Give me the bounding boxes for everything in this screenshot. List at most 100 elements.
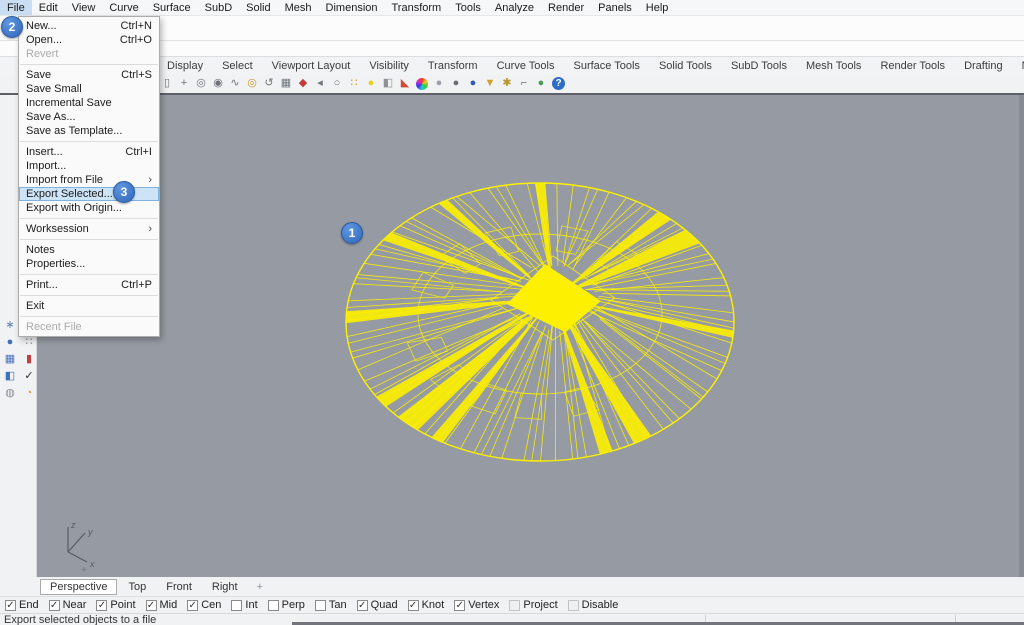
gumball-icon[interactable]: ∗ xyxy=(3,318,17,331)
osnap-quad[interactable]: ✓Quad xyxy=(357,599,398,611)
menubar-item-analyze[interactable]: Analyze xyxy=(488,0,541,15)
rotate-view-icon[interactable]: ↺ xyxy=(261,76,277,91)
perspective-viewport[interactable]: zyx+ xyxy=(37,95,1024,577)
menubar-item-surface[interactable]: Surface xyxy=(146,0,198,15)
viewport-layout-icon[interactable]: ▦ xyxy=(278,76,294,91)
grid-icon[interactable]: ▦ xyxy=(3,352,17,365)
menu-item-incremental-save[interactable]: Incremental Save xyxy=(19,96,159,110)
toolbar-tab-surface-tools[interactable]: Surface Tools xyxy=(573,60,639,72)
pipe-icon[interactable]: ▮ xyxy=(22,352,36,365)
toolbar-tab-transform[interactable]: Transform xyxy=(428,60,478,72)
osnap-end[interactable]: ✓End xyxy=(5,599,39,611)
osnap-knot[interactable]: ✓Knot xyxy=(408,599,445,611)
toolbar-tab-visibility[interactable]: Visibility xyxy=(369,60,409,72)
osnap-vertex-checkbox[interactable]: ✓ xyxy=(454,600,465,611)
menubar-item-panels[interactable]: Panels xyxy=(591,0,639,15)
curve-edit-icon[interactable]: ∿ xyxy=(227,76,243,91)
toolbar-tab-display[interactable]: Display xyxy=(167,60,203,72)
menu-item-export-with-origin[interactable]: Export with Origin... xyxy=(19,201,159,215)
menu-item-notes[interactable]: Notes xyxy=(19,243,159,257)
osnap-disable-checkbox[interactable] xyxy=(568,600,579,611)
menu-item-export-selected[interactable]: Export Selected... xyxy=(19,187,159,201)
osnap-mid-checkbox[interactable]: ✓ xyxy=(146,600,157,611)
toolbar-tab-curve-tools[interactable]: Curve Tools xyxy=(497,60,555,72)
osnap-perp[interactable]: Perp xyxy=(268,599,305,611)
sphere-icon[interactable]: ● xyxy=(3,335,17,348)
osnap-project-checkbox[interactable] xyxy=(509,600,520,611)
toolbar-tab-render-tools[interactable]: Render Tools xyxy=(880,60,945,72)
toolbar-tab-viewport-layout[interactable]: Viewport Layout xyxy=(272,60,351,72)
menu-item-import-from-file[interactable]: Import from File› xyxy=(19,173,159,187)
menu-item-insert[interactable]: Insert...Ctrl+I xyxy=(19,145,159,159)
toolbar-tab-select[interactable]: Select xyxy=(222,60,253,72)
raytraced-view-icon[interactable]: ● xyxy=(465,76,481,91)
options-gear-icon[interactable]: ✱ xyxy=(499,76,515,91)
box-icon[interactable]: ◧ xyxy=(3,369,17,382)
osnap-near-checkbox[interactable]: ✓ xyxy=(49,600,60,611)
osnap-project[interactable]: Project xyxy=(509,599,557,611)
layer-icon[interactable]: ◣ xyxy=(397,76,413,91)
zoom-window-icon[interactable]: ◉ xyxy=(210,76,226,91)
add-viewport-tab-icon[interactable]: + xyxy=(257,581,263,593)
menubar-item-transform[interactable]: Transform xyxy=(385,0,449,15)
shaded-sphere-icon[interactable]: ◍ xyxy=(3,386,17,399)
menubar-item-dimension[interactable]: Dimension xyxy=(319,0,385,15)
menubar-item-help[interactable]: Help xyxy=(639,0,676,15)
menu-item-save[interactable]: SaveCtrl+S xyxy=(19,68,159,82)
osnap-point-checkbox[interactable]: ✓ xyxy=(96,600,107,611)
osnap-perp-checkbox[interactable] xyxy=(268,600,279,611)
menubar-item-view[interactable]: View xyxy=(65,0,103,15)
menubar-item-tools[interactable]: Tools xyxy=(448,0,488,15)
menubar-item-edit[interactable]: Edit xyxy=(32,0,65,15)
menubar-item-mesh[interactable]: Mesh xyxy=(278,0,319,15)
viewport-tab-front[interactable]: Front xyxy=(157,580,201,594)
menubar-item-curve[interactable]: Curve xyxy=(102,0,145,15)
undo-view-icon[interactable]: ◂ xyxy=(312,76,328,91)
toolbar-tab-mesh-tools[interactable]: Mesh Tools xyxy=(806,60,861,72)
zoom-extents-icon[interactable]: ◎ xyxy=(193,76,209,91)
menu-item-print[interactable]: Print...Ctrl+P xyxy=(19,278,159,292)
osnap-tan-checkbox[interactable] xyxy=(315,600,326,611)
menubar-item-file[interactable]: File xyxy=(0,0,32,15)
osnap-disable[interactable]: Disable xyxy=(568,599,619,611)
move-icon[interactable]: + xyxy=(176,76,192,91)
lock-icon[interactable]: ◧ xyxy=(380,76,396,91)
osnap-cen-checkbox[interactable]: ✓ xyxy=(187,600,198,611)
menu-item-import[interactable]: Import... xyxy=(19,159,159,173)
color-wheel-icon[interactable] xyxy=(416,78,428,90)
cplane-icon[interactable]: ◆ xyxy=(295,76,311,91)
osnap-point[interactable]: ✓Point xyxy=(96,599,135,611)
menu-item-properties[interactable]: Properties... xyxy=(19,257,159,271)
osnap-knot-checkbox[interactable]: ✓ xyxy=(408,600,419,611)
viewport-tab-top[interactable]: Top xyxy=(119,580,155,594)
osnap-mid[interactable]: ✓Mid xyxy=(146,599,178,611)
menu-item-open[interactable]: Open...Ctrl+O xyxy=(19,33,159,47)
circle-tool-icon[interactable]: ○ xyxy=(329,76,345,91)
osnap-vertex[interactable]: ✓Vertex xyxy=(454,599,499,611)
selection-filter-icon[interactable]: ▼ xyxy=(482,76,498,91)
folder-icon[interactable]: ◔ xyxy=(22,386,36,399)
control-points-icon[interactable]: ∷ xyxy=(346,76,362,91)
osnap-end-checkbox[interactable]: ✓ xyxy=(5,600,16,611)
lamp-icon[interactable]: ● xyxy=(363,76,379,91)
menubar-item-solid[interactable]: Solid xyxy=(239,0,277,15)
rendered-view-icon[interactable]: ● xyxy=(448,76,464,91)
menubar-item-render[interactable]: Render xyxy=(541,0,591,15)
menu-item-save-as-template[interactable]: Save as Template... xyxy=(19,124,159,138)
osnap-cen[interactable]: ✓Cen xyxy=(187,599,221,611)
check-icon[interactable]: ✓ xyxy=(22,369,36,382)
toolbar-tab-solid-tools[interactable]: Solid Tools xyxy=(659,60,712,72)
osnap-near[interactable]: ✓Near xyxy=(49,599,87,611)
osnap-int[interactable]: Int xyxy=(231,599,257,611)
viewport-tab-perspective[interactable]: Perspective xyxy=(40,579,117,595)
toolbar-tab-drafting[interactable]: Drafting xyxy=(964,60,1003,72)
viewport-tab-right[interactable]: Right xyxy=(203,580,247,594)
web-browser-icon[interactable]: ● xyxy=(533,76,549,91)
menu-item-save-small[interactable]: Save Small xyxy=(19,82,159,96)
named-view-icon[interactable]: ⌐ xyxy=(516,76,532,91)
menu-item-save-as[interactable]: Save As... xyxy=(19,110,159,124)
osnap-quad-checkbox[interactable]: ✓ xyxy=(357,600,368,611)
menu-item-exit[interactable]: Exit xyxy=(19,299,159,313)
help-icon[interactable]: ? xyxy=(552,77,565,90)
menubar-item-subd[interactable]: SubD xyxy=(198,0,240,15)
